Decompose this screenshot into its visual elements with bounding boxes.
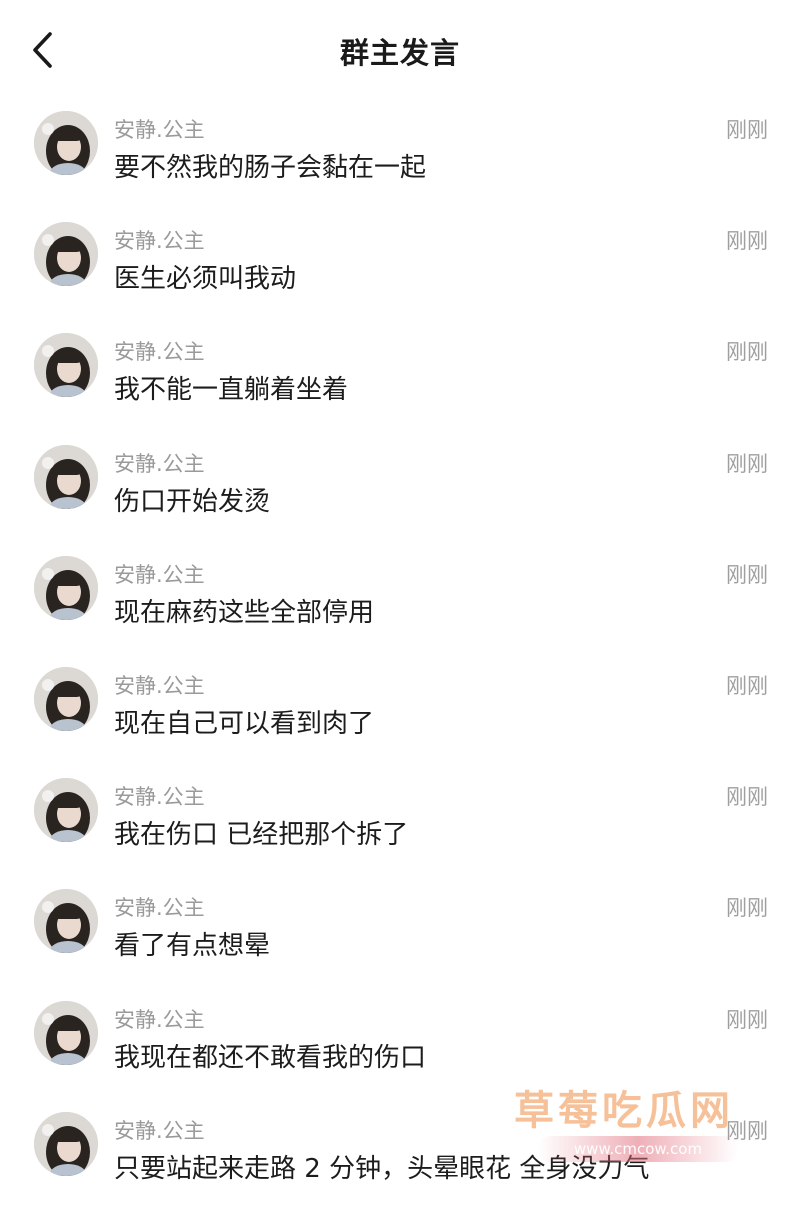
avatar[interactable] [34, 778, 98, 843]
avatar[interactable] [34, 889, 98, 954]
sender-name: 安静.公主 [114, 1007, 205, 1032]
avatar[interactable] [34, 222, 98, 287]
message-item[interactable]: 安静.公主 刚刚我在伤口 已经把那个拆了 [0, 770, 800, 881]
message-text: 我不能一直躺着坐着 [114, 375, 349, 406]
page-title: 群主发言 [339, 36, 460, 70]
avatar[interactable] [34, 1111, 98, 1176]
message-text: 要不然我的肠子会黏在一起 [114, 153, 427, 183]
message-item[interactable]: 安静.公主 刚刚只要站起来走路 2 分钟，头晕眼花 全身没力气 [0, 1104, 800, 1215]
message-item[interactable]: 安静.公主 刚刚我不能一直躺着坐着 [0, 325, 800, 436]
sender-name: 安静.公主 [114, 562, 205, 587]
sender-name: 安静.公主 [114, 451, 205, 476]
message-text: 我在伤口 已经把那个拆了 [114, 820, 409, 851]
message-text: 只要站起来走路 2 分钟，头晕眼花 全身没力气 [114, 1153, 650, 1184]
avatar[interactable] [34, 111, 98, 175]
message-time: 刚刚 [726, 1118, 768, 1143]
message-text: 看了有点想晕 [114, 931, 271, 962]
message-text: 伤口开始发烫 [114, 486, 271, 517]
avatar[interactable] [34, 333, 98, 398]
message-item[interactable]: 安静.公主 刚刚现在自己可以看到肉了 [0, 659, 800, 770]
sender-name: 安静.公主 [114, 340, 205, 365]
message-text: 医生必须叫我动 [114, 264, 297, 295]
top-bar: 群主发言 [0, 0, 800, 100]
sender-name: 安静.公主 [114, 673, 205, 698]
message-time: 刚刚 [726, 229, 768, 254]
message-item[interactable]: 安静.公主 刚刚我现在都还不敢看我的伤口 [0, 993, 800, 1104]
avatar[interactable] [34, 444, 98, 509]
sender-name: 安静.公主 [114, 896, 205, 921]
message-text: 我现在都还不敢看我的伤口 [114, 1042, 427, 1073]
avatar[interactable] [34, 555, 98, 620]
message-item[interactable]: 安静.公主 刚刚看了有点想晕 [0, 881, 800, 992]
message-item[interactable]: 安静.公主 刚刚现在麻药这些全部停用 [0, 548, 800, 659]
message-text: 现在麻药这些全部停用 [114, 597, 375, 628]
avatar[interactable] [34, 1000, 98, 1065]
avatar[interactable] [34, 666, 98, 731]
sender-name: 安静.公主 [114, 1118, 205, 1143]
message-item[interactable]: 安静.公主 刚刚伤口开始发烫 [0, 437, 800, 548]
message-time: 刚刚 [726, 118, 768, 142]
message-time: 刚刚 [726, 562, 768, 587]
message-time: 刚刚 [726, 896, 768, 921]
sender-name: 安静.公主 [114, 118, 205, 142]
sender-name: 安静.公主 [114, 229, 205, 254]
message-time: 刚刚 [726, 673, 768, 698]
sender-name: 安静.公主 [114, 785, 205, 810]
message-item[interactable]: 安静.公主 刚刚医生必须叫我动 [0, 214, 800, 325]
message-time: 刚刚 [726, 451, 768, 476]
message-time: 刚刚 [726, 340, 768, 365]
message-item[interactable]: 安静.公主 刚刚要不然我的肠子会黏在一起 [0, 103, 800, 214]
message-time: 刚刚 [726, 1007, 768, 1032]
message-time: 刚刚 [726, 785, 768, 810]
message-list[interactable]: 安静.公主 刚刚 要不然我的肠子会黏在一起 安静.公主 刚刚 医生必须叫我动 安静.公主 刚刚… [0, 103, 800, 1215]
message-text: 现在自己可以看到肉了 [114, 708, 375, 739]
